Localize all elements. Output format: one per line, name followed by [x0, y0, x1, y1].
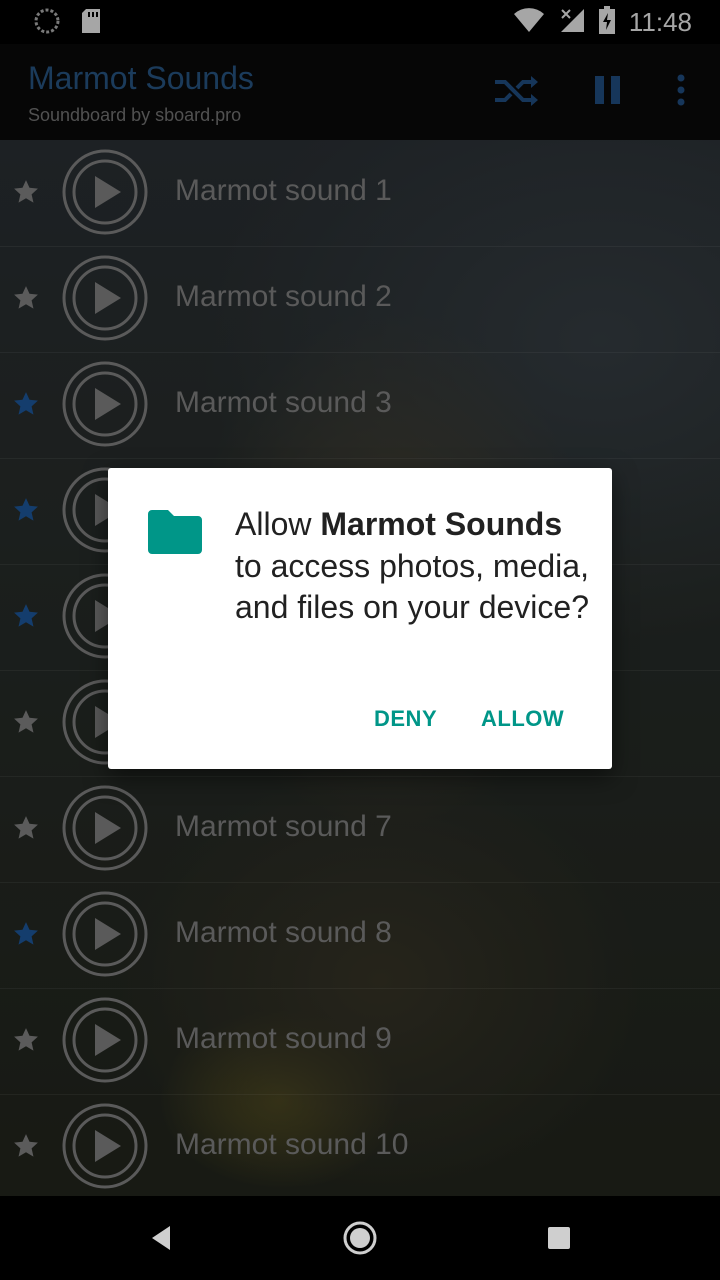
dialog-message-prefix: Allow: [235, 506, 321, 542]
recents-icon: [548, 1227, 570, 1249]
home-icon: [343, 1221, 377, 1255]
home-button[interactable]: [341, 1218, 379, 1263]
back-icon: [152, 1226, 170, 1250]
dialog-app-name: Marmot Sounds: [320, 506, 563, 542]
deny-button[interactable]: DENY: [374, 706, 437, 732]
dialog-message-suffix: to access photos, media, and files on yo…: [235, 547, 589, 626]
folder-icon: [148, 510, 202, 559]
recents-button[interactable]: [545, 1218, 573, 1263]
navigation-bar: [0, 1196, 720, 1280]
back-button[interactable]: [146, 1218, 174, 1263]
permission-dialog: Allow Marmot Sounds to access photos, me…: [108, 468, 612, 769]
allow-button[interactable]: ALLOW: [481, 706, 564, 732]
dialog-message: Allow Marmot Sounds to access photos, me…: [235, 504, 595, 629]
